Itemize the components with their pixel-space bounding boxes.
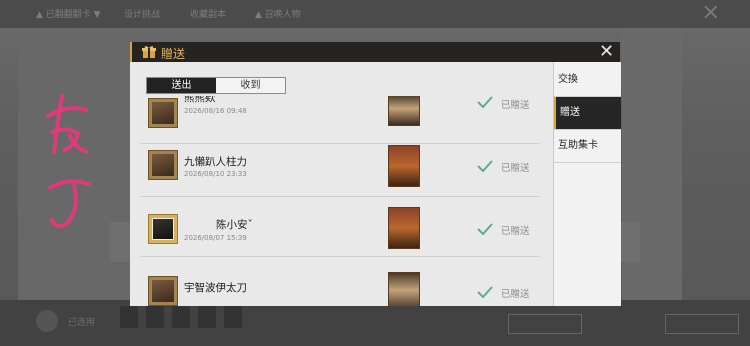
dialog-title: 贈送 xyxy=(161,47,186,61)
bg-top-item: ▲ 已翻翻翻卡 ▼ xyxy=(36,10,101,20)
friend-name: 宇智波伊太刀 xyxy=(184,282,247,294)
tab-sent[interactable]: 送出 xyxy=(147,78,216,93)
bg-slot xyxy=(120,306,138,328)
close-icon[interactable]: ✕ xyxy=(599,42,614,62)
dialog-header: 贈送 ✕ xyxy=(130,42,620,62)
dialog-sidebar: 交換 贈送 互助集卡 xyxy=(553,62,621,306)
check-icon xyxy=(477,96,493,108)
bg-player-name: 已连用 xyxy=(68,318,96,328)
bg-button xyxy=(665,314,739,334)
avatar[interactable] xyxy=(148,276,178,306)
bg-close-icon: ✕ xyxy=(701,1,720,26)
gift-date: 2026/08/16 09:48 xyxy=(184,107,247,115)
check-icon xyxy=(477,223,493,235)
gift-date: 2026/08/10 23:33 xyxy=(184,170,247,178)
bg-slot xyxy=(198,306,216,328)
bg-top-item: 收藏副本 xyxy=(190,10,227,20)
friend-name: 熊熊欸 xyxy=(184,96,216,104)
card-thumbnail[interactable] xyxy=(388,145,420,187)
background-top-bar: ▲ 已翻翻翻卡 ▼ 设计挑战 收藏副本 ▲ 召唤人物 ✕ xyxy=(0,0,750,28)
bg-slot xyxy=(146,306,164,328)
bg-slot xyxy=(172,306,190,328)
status-label: 已贈送 xyxy=(501,163,530,174)
gift-icon xyxy=(142,46,156,58)
card-thumbnail[interactable] xyxy=(388,207,420,249)
gift-date: 2026/08/07 15:39 xyxy=(184,234,247,242)
card-thumbnail[interactable] xyxy=(388,272,420,306)
sidebar-item-gift[interactable]: 贈送 xyxy=(554,97,621,129)
tab-received[interactable]: 收到 xyxy=(216,78,285,93)
list-item: 陈小安ˇ 2026/08/07 15:39 已贈送 xyxy=(130,197,540,257)
background-panel-right xyxy=(622,28,682,306)
friend-name: 九懶趴人柱力 xyxy=(184,156,247,168)
handwriting-scribble xyxy=(46,94,90,229)
card-thumbnail[interactable] xyxy=(388,96,420,126)
sidebar-item-exchange[interactable]: 交換 xyxy=(554,64,621,96)
bg-top-item: ▲ 召唤人物 xyxy=(255,10,301,20)
avatar[interactable] xyxy=(148,98,178,128)
avatar[interactable] xyxy=(148,214,178,244)
list-item: 九懶趴人柱力 2026/08/10 23:33 已贈送 xyxy=(130,137,540,197)
list-item: 宇智波伊太刀 已贈送 xyxy=(130,257,540,306)
friend-name: 陈小安ˇ xyxy=(216,219,253,231)
gift-history-list[interactable]: 熊熊欸 2026/08/16 09:48 已贈送 九懶趴人柱力 2026/08/… xyxy=(130,96,550,306)
avatar[interactable] xyxy=(148,150,178,180)
bg-button xyxy=(508,314,582,334)
check-icon xyxy=(477,286,493,298)
check-icon xyxy=(477,160,493,172)
bg-top-item: 设计挑战 xyxy=(124,10,161,20)
bg-avatar xyxy=(36,310,58,332)
status-label: 已贈送 xyxy=(501,226,530,237)
status-label: 已贈送 xyxy=(501,289,530,300)
gift-dialog: 贈送 ✕ 送出 收到 熊熊欸 2026/08/16 09:48 已贈送 九懶趴人… xyxy=(130,42,621,306)
background-bottom-bar: 已连用 xyxy=(0,300,750,346)
bg-slot xyxy=(224,306,242,328)
sent-received-toggle: 送出 收到 xyxy=(146,77,286,94)
sidebar-item-help-collect[interactable]: 互助集卡 xyxy=(554,130,621,162)
status-label: 已贈送 xyxy=(501,100,530,111)
